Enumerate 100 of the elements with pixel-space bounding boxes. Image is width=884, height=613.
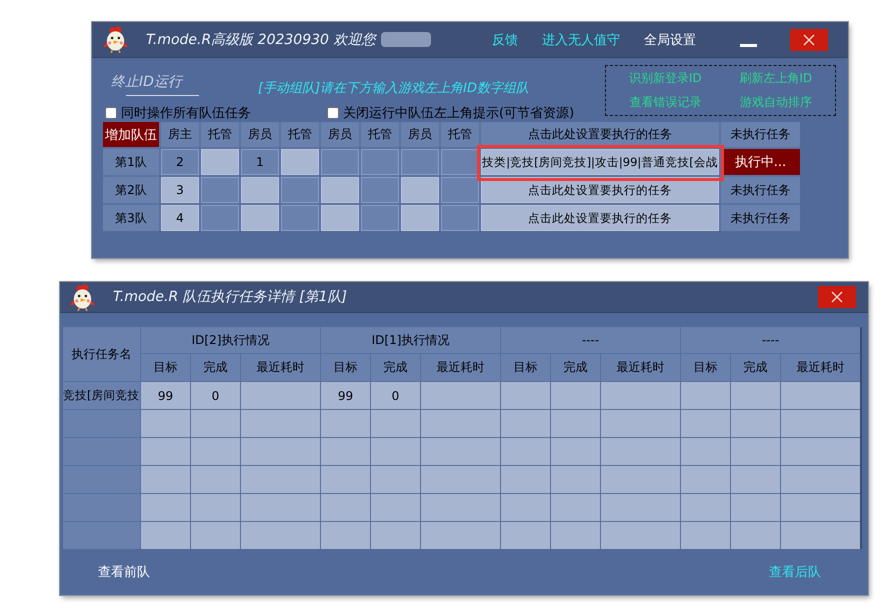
header-link[interactable]: 全局设置	[644, 30, 696, 48]
column-header: 房员	[401, 122, 439, 147]
table-cell	[371, 494, 420, 521]
column-header: 点击此处设置要执行的任务	[481, 122, 719, 147]
add-team-button[interactable]: 增加队伍	[103, 122, 159, 147]
table-cell	[731, 494, 780, 521]
column-header: 最近耗时	[781, 354, 860, 381]
task-cell[interactable]: 点击此处设置要执行的任务	[481, 205, 719, 231]
checkbox[interactable]	[327, 106, 339, 118]
column-header: 执行任务名	[63, 327, 140, 381]
row-header: 第3队	[103, 205, 159, 231]
table-cell	[191, 494, 240, 521]
column-header: 托管	[281, 122, 319, 147]
column-group-header: ID[2]执行情况	[141, 327, 320, 353]
row-header: 第2队	[103, 177, 159, 203]
chick-icon	[103, 26, 128, 53]
table-cell	[321, 522, 370, 549]
action-link[interactable]: 查看错误记录	[629, 94, 702, 112]
column-header: 目标	[501, 354, 550, 381]
table-cell	[371, 522, 420, 549]
checkbox-label[interactable]: 同时操作所有队伍任务	[121, 104, 251, 122]
row-header: 第1队	[103, 149, 159, 175]
table-cell	[731, 522, 780, 549]
column-header: 目标	[141, 354, 190, 381]
column-header: 最近耗时	[601, 354, 680, 381]
table-cell	[191, 438, 240, 465]
table-cell: 99	[141, 382, 190, 409]
table-cell	[681, 494, 730, 521]
nav-link[interactable]: 查看前队	[98, 563, 150, 581]
column-header: 房员	[321, 122, 359, 147]
column-group-header: ----	[681, 327, 860, 353]
instruction-text: [手动组队]请在下方输入游戏左上角ID数字组队	[258, 80, 529, 97]
table-cell	[191, 522, 240, 549]
table-cell	[681, 438, 730, 465]
column-header: 房员	[241, 122, 279, 147]
column-header: 完成	[731, 354, 780, 381]
close-button[interactable]	[790, 28, 828, 50]
table-cell: 0	[371, 382, 420, 409]
table-cell	[371, 466, 420, 493]
window-title: T.mode.R 队伍执行任务详情 [第1队]	[113, 288, 347, 306]
table-cell	[551, 522, 600, 549]
action-link[interactable]: 游戏自动排序	[740, 94, 812, 112]
table-cell	[321, 410, 370, 437]
table-cell: 0	[191, 382, 240, 409]
table-cell	[551, 410, 600, 437]
checkbox[interactable]	[105, 106, 117, 118]
table-cell	[321, 438, 370, 465]
task-cell[interactable]: 技类|竞技[房间竞技]|攻击|99|普通竞技[会战	[481, 149, 719, 175]
column-header: 完成	[191, 354, 240, 381]
table-cell	[501, 494, 550, 521]
checkbox-label[interactable]: 关闭运行中队伍左上角提示(可节省资源)	[343, 104, 574, 122]
column-header: 最近耗时	[421, 354, 500, 381]
column-header: 目标	[681, 354, 730, 381]
column-header: 目标	[321, 354, 370, 381]
nav-link[interactable]: 查看后队	[769, 563, 821, 581]
table-cell	[501, 466, 550, 493]
column-header: 托管	[361, 122, 399, 147]
status-cell: 执行中...	[721, 149, 800, 175]
header-link[interactable]: 反馈	[492, 30, 518, 48]
status-cell: 未执行任务	[721, 205, 800, 231]
table-cell	[551, 438, 600, 465]
action-link[interactable]: 刷新左上角ID	[739, 70, 812, 87]
window-title: T.mode.R高级版 20230930 欢迎您	[146, 30, 376, 48]
table-cell	[681, 522, 730, 549]
table-cell	[141, 410, 190, 437]
close-icon	[803, 34, 815, 46]
close-button[interactable]	[818, 286, 856, 308]
column-header: 房主	[161, 122, 199, 147]
table-cell	[141, 438, 190, 465]
table-cell	[681, 410, 730, 437]
table-cell	[141, 522, 190, 549]
table-cell	[501, 438, 550, 465]
status-cell: 未执行任务	[721, 177, 800, 203]
action-link[interactable]: 识别新登录ID	[628, 70, 702, 87]
column-group-header: ----	[501, 327, 680, 353]
stop-button[interactable]: 终止ID运行	[111, 71, 199, 97]
table-cell	[731, 410, 780, 437]
chick-icon	[70, 284, 95, 310]
table-cell	[191, 410, 240, 437]
table-cell	[501, 382, 550, 409]
table-cell: 99	[321, 382, 370, 409]
table-cell	[501, 522, 550, 549]
table-cell	[141, 466, 190, 493]
table-cell	[191, 466, 240, 493]
column-group-header: ID[1]执行情况	[321, 327, 500, 353]
close-icon	[831, 291, 843, 303]
table-cell	[501, 410, 550, 437]
table-cell	[321, 466, 370, 493]
table-cell	[551, 494, 600, 521]
column-header: 托管	[201, 122, 239, 147]
table-cell: 4	[161, 205, 199, 231]
table-cell	[731, 466, 780, 493]
table-cell	[141, 494, 190, 521]
table-cell	[681, 382, 730, 409]
table-cell	[731, 438, 780, 465]
table-cell: 3	[161, 177, 199, 203]
column-header: 完成	[371, 354, 420, 381]
table-cell	[371, 410, 420, 437]
table-cell	[371, 438, 420, 465]
header-link[interactable]: 进入无人值守	[542, 30, 620, 48]
